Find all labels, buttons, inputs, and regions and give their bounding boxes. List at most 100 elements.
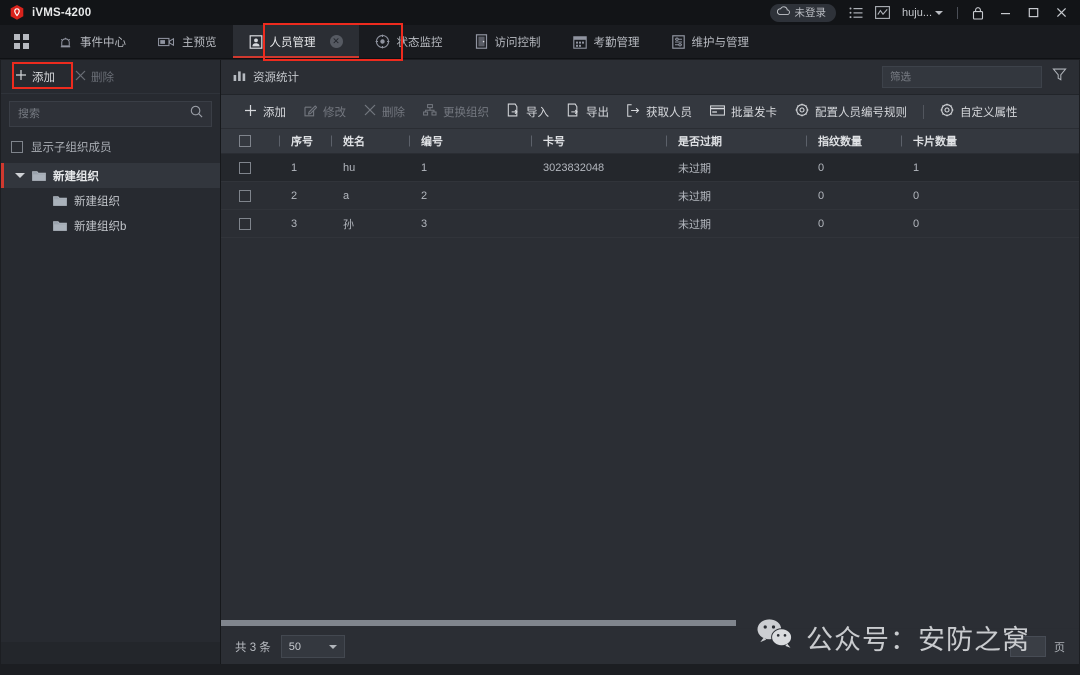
tree-node-child-1[interactable]: 新建组织 xyxy=(1,188,220,213)
cloud-login-status[interactable]: 未登录 xyxy=(769,3,837,22)
search-input[interactable] xyxy=(18,108,190,120)
tab-person-management[interactable]: 人员管理 ✕ xyxy=(232,25,359,58)
row-checkbox[interactable] xyxy=(239,217,251,230)
tab-label: 状态监控 xyxy=(396,36,443,49)
app-brand: iVMS-4200 xyxy=(10,5,91,20)
toolbar-fetch-person-button[interactable]: 获取人员 xyxy=(618,100,701,124)
gear-icon xyxy=(795,103,809,120)
column-header-index[interactable]: 序号 xyxy=(279,133,331,149)
cell-cards: 0 xyxy=(913,217,920,230)
horizontal-scrollbar[interactable] xyxy=(221,617,1079,628)
funnel-icon[interactable] xyxy=(1052,67,1067,87)
close-icon[interactable]: ✕ xyxy=(329,35,343,48)
show-sub-org-checkbox[interactable] xyxy=(11,141,23,153)
toolbar-label: 导出 xyxy=(586,106,609,119)
divider xyxy=(923,104,924,119)
page-size-select[interactable]: 50 xyxy=(280,635,345,658)
maximize-button[interactable] xyxy=(1020,1,1046,25)
select-all-checkbox[interactable] xyxy=(239,135,251,147)
lock-icon[interactable] xyxy=(966,2,990,24)
grid-apps-icon[interactable] xyxy=(0,25,42,58)
row-select-cell[interactable] xyxy=(221,189,279,202)
search-box[interactable] xyxy=(9,101,212,127)
table-footer: 共 3 条 50 页 xyxy=(221,628,1079,664)
toolbar-add-button[interactable]: 添加 xyxy=(235,100,295,124)
column-header-cards[interactable]: 卡片数量 xyxy=(901,133,1021,149)
tab-status-monitor[interactable]: 状态监控 xyxy=(359,25,459,58)
minimize-button[interactable] xyxy=(992,1,1018,25)
toolbar-person-code-rule-button[interactable]: 配置人员编号规则 xyxy=(786,99,916,124)
column-header-code[interactable]: 编号 xyxy=(409,133,531,149)
toolbar-delete-button[interactable]: 删除 xyxy=(355,100,414,124)
row-select-cell[interactable] xyxy=(221,217,279,230)
toolbar-label: 自定义属性 xyxy=(960,106,1018,119)
row-checkbox[interactable] xyxy=(239,189,251,202)
search-icon[interactable] xyxy=(190,105,203,123)
target-monitor-icon xyxy=(375,34,390,49)
tab-label: 人员管理 xyxy=(269,36,316,49)
table-row[interactable]: 2 a 2 未过期 0 0 xyxy=(221,182,1079,210)
table-row[interactable]: 1 hu 1 3023832048 未过期 0 1 xyxy=(221,154,1079,182)
tab-maintenance[interactable]: 维护与管理 xyxy=(656,25,766,58)
chevron-down-icon[interactable] xyxy=(15,173,25,178)
door-icon xyxy=(475,34,488,49)
toolbar-import-button[interactable]: 导入 xyxy=(498,99,558,124)
filter-box[interactable] xyxy=(882,66,1042,88)
column-header-expired[interactable]: 是否过期 xyxy=(666,133,806,149)
sidebar-delete-button[interactable]: 删除 xyxy=(67,65,122,89)
close-x-icon xyxy=(75,70,86,84)
column-header-name[interactable]: 姓名 xyxy=(331,133,409,149)
plus-icon xyxy=(244,104,257,120)
close-button[interactable] xyxy=(1048,1,1074,25)
table-row[interactable]: 3 孙 3 未过期 0 0 xyxy=(221,210,1079,238)
show-sub-org-label: 显示子组织成员 xyxy=(31,142,112,154)
select-all-cell[interactable] xyxy=(221,135,279,147)
app-title: iVMS-4200 xyxy=(32,6,92,19)
cell-fingerprints: 0 xyxy=(818,161,825,174)
resource-statistics-label: 资源统计 xyxy=(253,72,299,84)
tab-access-control[interactable]: 访问控制 xyxy=(459,25,557,58)
organization-tree: 新建组织 新建组织 新建组织b xyxy=(1,163,220,642)
cell-code: 2 xyxy=(421,189,428,202)
cell-name: a xyxy=(343,189,350,202)
toolbar-label: 获取人员 xyxy=(646,106,692,119)
person-management-panel: 资源统计 添 xyxy=(221,60,1079,664)
scrollbar-thumb[interactable] xyxy=(221,620,736,626)
row-select-cell[interactable] xyxy=(221,161,279,174)
column-header-fingerprints[interactable]: 指纹数量 xyxy=(806,133,901,149)
tree-node-child-2[interactable]: 新建组织b xyxy=(1,213,220,238)
tree-node-root[interactable]: 新建组织 xyxy=(1,163,220,188)
tab-main-preview[interactable]: 主预览 xyxy=(142,25,233,58)
cell-index: 3 xyxy=(291,217,298,230)
tab-event-center[interactable]: 事件中心 xyxy=(42,25,142,58)
cell-expired: 未过期 xyxy=(678,190,711,203)
toolbar-batch-card-button[interactable]: 批量发卡 xyxy=(701,100,786,124)
user-name-label[interactable]: huju... xyxy=(902,7,932,19)
cell-index: 1 xyxy=(291,161,298,174)
toolbar-change-org-button[interactable]: 更换组织 xyxy=(414,100,498,124)
close-x-icon xyxy=(364,104,376,119)
chart-icon[interactable] xyxy=(870,2,894,24)
toolbar-edit-button[interactable]: 修改 xyxy=(295,100,355,124)
toolbar-export-button[interactable]: 导出 xyxy=(558,99,618,124)
column-header-card-number[interactable]: 卡号 xyxy=(531,133,666,149)
filter-input[interactable] xyxy=(890,71,1034,83)
list-icon[interactable] xyxy=(844,2,868,24)
sidebar-add-label: 添加 xyxy=(32,71,55,84)
cell-code: 3 xyxy=(421,217,428,230)
resource-statistics-link[interactable]: 资源统计 xyxy=(233,69,299,85)
chevron-down-icon[interactable] xyxy=(935,10,943,15)
sidebar-add-button[interactable]: 添加 xyxy=(7,65,63,89)
chevron-down-icon[interactable] xyxy=(328,644,337,649)
organization-sidebar: 添加 删除 搜索 显示子组织成员 新建组织 新建组织 新建组织b xyxy=(1,60,221,664)
toolbar-label: 修改 xyxy=(323,106,346,119)
bar-chart-icon xyxy=(233,70,246,85)
show-sub-org-members-row[interactable]: 显示子组织成员 xyxy=(1,133,220,163)
row-checkbox[interactable] xyxy=(239,161,251,174)
cell-name: 孙 xyxy=(343,218,354,231)
alarm-bell-icon xyxy=(58,35,73,49)
toolbar-custom-attributes-button[interactable]: 自定义属性 xyxy=(931,99,1027,124)
tab-attendance[interactable]: 考勤管理 xyxy=(557,25,656,58)
page-number-input[interactable] xyxy=(1010,636,1046,657)
tree-node-label: 新建组织 xyxy=(74,195,120,208)
